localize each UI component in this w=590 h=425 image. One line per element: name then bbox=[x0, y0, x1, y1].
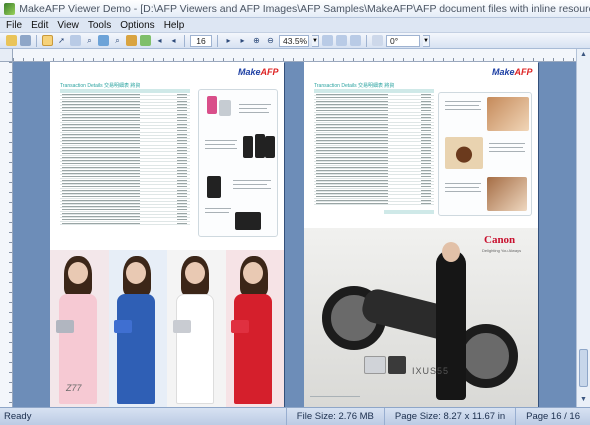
rider-figure bbox=[436, 250, 466, 400]
canon-brand-logo: Canon bbox=[484, 234, 516, 246]
vertical-scrollbar[interactable]: ▲ ▼ bbox=[576, 49, 590, 407]
copy-icon[interactable] bbox=[70, 35, 81, 46]
phone-image bbox=[219, 100, 231, 116]
product-label: IXUS55 bbox=[412, 366, 450, 376]
brand-tagline: Delighting You Always bbox=[482, 248, 522, 253]
chevron-down-icon[interactable]: ▼ bbox=[312, 34, 319, 47]
chevron-down-icon[interactable]: ▼ bbox=[423, 34, 430, 47]
actual-size-icon[interactable] bbox=[350, 35, 361, 46]
menu-file[interactable]: File bbox=[6, 20, 22, 31]
menu-edit[interactable]: Edit bbox=[31, 20, 48, 31]
bookmark-icon[interactable] bbox=[126, 35, 137, 46]
logo-accent-text: AFP bbox=[260, 67, 279, 77]
camera-image bbox=[364, 356, 386, 374]
section-title: Transaction Details 交易明細表 將資 bbox=[314, 83, 395, 89]
hand-tool-icon[interactable] bbox=[42, 35, 53, 46]
transaction-table bbox=[314, 89, 434, 206]
next-page-icon[interactable]: ▸ bbox=[223, 35, 234, 46]
zoom-in-icon[interactable]: ⊕ bbox=[251, 35, 262, 46]
model-photo bbox=[225, 250, 284, 407]
menu-view[interactable]: View bbox=[57, 20, 79, 31]
select-arrow-icon[interactable]: ➚ bbox=[56, 35, 67, 46]
fit-width-icon[interactable] bbox=[322, 35, 333, 46]
status-ready: Ready bbox=[4, 411, 32, 422]
horizontal-ruler bbox=[13, 49, 576, 62]
motorcycle-ad-photo: Canon Delighting You Always IXUS55 bbox=[304, 228, 538, 407]
text-select-icon[interactable] bbox=[98, 35, 109, 46]
ipod-image bbox=[207, 96, 217, 114]
open-folder-icon[interactable] bbox=[6, 35, 17, 46]
toolbar-separator bbox=[36, 34, 37, 47]
phone-image bbox=[243, 136, 253, 158]
section-title: Transaction Details 交易明細表 將資 bbox=[60, 83, 141, 89]
toolbar: ➚ ⌕ ⌕ ◂ ◂ 16 ▸ ▸ ⊕ ⊖ 43.5% ▼ 0° ▼ bbox=[0, 33, 590, 49]
rotation-field[interactable]: 0° bbox=[386, 34, 420, 47]
transaction-table bbox=[60, 89, 190, 225]
zoom-out-icon[interactable]: ⊖ bbox=[265, 35, 276, 46]
window-title: MakeAFP Viewer Demo - [D:\AFP Viewers an… bbox=[19, 2, 590, 15]
phone-image bbox=[265, 136, 275, 158]
food-image bbox=[487, 177, 527, 211]
last-page-icon[interactable]: ▸ bbox=[237, 35, 248, 46]
toolbar-separator bbox=[217, 34, 218, 47]
title-bar: MakeAFP Viewer Demo - [D:\AFP Viewers an… bbox=[0, 0, 590, 18]
zoom-level-field[interactable]: 43.5% bbox=[279, 34, 309, 47]
scrollbar-thumb[interactable] bbox=[579, 349, 588, 387]
fit-page-icon[interactable] bbox=[336, 35, 347, 46]
vertical-ruler bbox=[0, 62, 13, 407]
logo-text: Make bbox=[238, 67, 261, 77]
page-left: MakeAFP Transaction Details 交易明細表 將資 Z77 bbox=[50, 62, 284, 407]
toolbar-separator bbox=[184, 34, 185, 47]
status-bar: Ready File Size: 2.76 MB Page Size: 8.27… bbox=[0, 407, 590, 425]
phone-image bbox=[255, 134, 265, 158]
camera-model-label: Z77 bbox=[66, 383, 82, 393]
status-page-size: Page Size: 8.27 x 11.67 in bbox=[383, 408, 515, 425]
model-photo bbox=[108, 250, 167, 407]
rider-head bbox=[442, 242, 460, 262]
menu-bar: File Edit View Tools Options Help bbox=[0, 18, 590, 33]
ad-panel bbox=[198, 89, 278, 237]
total-row bbox=[384, 210, 434, 214]
first-page-icon[interactable]: ◂ bbox=[154, 35, 165, 46]
rotate-icon[interactable] bbox=[372, 35, 383, 46]
camera-ad-photo: Z77 bbox=[50, 250, 284, 407]
previous-page-icon[interactable]: ◂ bbox=[168, 35, 179, 46]
status-file-size: File Size: 2.76 MB bbox=[285, 408, 384, 425]
makeafp-logo: MakeAFP bbox=[492, 67, 533, 77]
print-icon[interactable] bbox=[20, 35, 31, 46]
logo-accent-text: AFP bbox=[514, 67, 533, 77]
logo-text: Make bbox=[492, 67, 515, 77]
food-image bbox=[487, 97, 529, 131]
ruler-corner bbox=[0, 49, 13, 62]
food-image bbox=[445, 137, 483, 169]
document-canvas[interactable]: MakeAFP Transaction Details 交易明細表 將資 Z77… bbox=[14, 62, 576, 407]
page-right: MakeAFP Transaction Details 交易明細表 將資 Can… bbox=[304, 62, 538, 407]
menu-help[interactable]: Help bbox=[164, 20, 185, 31]
scroll-up-icon[interactable]: ▲ bbox=[579, 50, 588, 59]
page-number-input[interactable]: 16 bbox=[190, 34, 212, 47]
zoom-area-icon[interactable]: ⌕ bbox=[84, 35, 95, 46]
menu-options[interactable]: Options bbox=[120, 20, 154, 31]
camera-image bbox=[388, 356, 406, 374]
thumbnail-icon[interactable] bbox=[140, 35, 151, 46]
find-icon[interactable]: ⌕ bbox=[112, 35, 123, 46]
toolbar-separator bbox=[366, 34, 367, 47]
phone-image bbox=[207, 176, 221, 198]
ad-panel bbox=[438, 92, 532, 216]
menu-tools[interactable]: Tools bbox=[88, 20, 111, 31]
makeafp-logo: MakeAFP bbox=[238, 67, 279, 77]
model-photo bbox=[167, 250, 226, 407]
scroll-down-icon[interactable]: ▼ bbox=[579, 395, 588, 404]
status-page-count: Page 16 / 16 bbox=[515, 408, 590, 425]
tablet-image bbox=[235, 212, 261, 230]
app-icon bbox=[4, 2, 16, 15]
